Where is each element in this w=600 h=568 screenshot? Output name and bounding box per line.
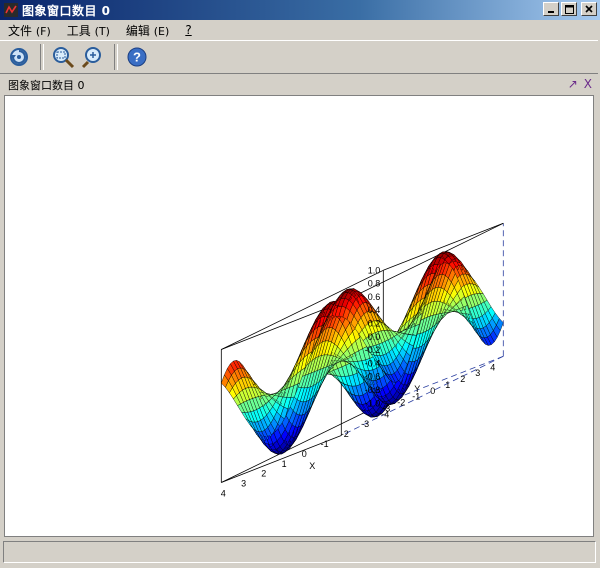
panel-close-button[interactable]: X: [584, 77, 592, 91]
z-tick-label: 0.0: [368, 332, 381, 342]
x-tick-label: 0: [302, 449, 307, 459]
y-axis-label: Y: [414, 384, 420, 394]
help-button[interactable]: ?: [124, 44, 150, 70]
z-tick-label: 0.4: [368, 305, 381, 315]
y-tick-label: -3: [382, 403, 390, 413]
toolbar-separator: [40, 44, 44, 70]
zoom-in-button[interactable]: [50, 44, 76, 70]
x-tick-label: -1: [321, 439, 329, 449]
zoom-fit-icon: [81, 47, 101, 69]
z-tick-label: 0.6: [368, 292, 381, 302]
maximize-button[interactable]: [561, 2, 577, 16]
menu-tools-label: 工具: [66, 23, 91, 38]
x-tick-label: 4: [221, 489, 226, 499]
status-bar: [3, 541, 596, 563]
z-tick-label: 0.2: [368, 319, 381, 329]
maximize-icon: [564, 4, 574, 14]
z-tick-label: -0.2: [365, 345, 381, 355]
menu-edit-accel: (E): [153, 24, 170, 38]
z-tick-label: -0.8: [365, 385, 381, 395]
menu-edit-label: 编辑: [125, 23, 150, 38]
toolbar-separator: [114, 44, 118, 70]
x-tick-label: 3: [241, 479, 246, 489]
menu-help[interactable]: ?: [177, 23, 199, 37]
menu-file-accel: (F): [35, 24, 51, 38]
minimize-icon: [548, 11, 554, 13]
close-button[interactable]: [581, 2, 597, 16]
panel-title: 图象窗口数目 0: [8, 78, 85, 92]
menu-tools-accel: (T): [94, 24, 110, 38]
y-tick-label: -2: [397, 398, 405, 408]
y-tick-label: 2: [460, 374, 465, 384]
y-tick-label: 3: [475, 368, 480, 378]
svg-text:?: ?: [133, 50, 141, 65]
x-tick-label: -2: [341, 429, 349, 439]
app-icon: [4, 3, 18, 17]
rotate-icon: [10, 48, 28, 66]
help-icon: ?: [127, 47, 147, 67]
zoom-in-icon: [53, 47, 75, 69]
z-tick-label: 0.8: [368, 279, 381, 289]
z-tick-label: 1.0: [368, 265, 381, 275]
undock-button[interactable]: ↗: [568, 77, 578, 91]
menu-tools[interactable]: 工具 (T): [59, 22, 118, 39]
panel-header: 图象窗口数目 0 ↗ X: [2, 76, 596, 93]
x-axis-label: X: [309, 461, 315, 471]
surface-plot[interactable]: 1.00.80.60.40.20.0-0.2-0.4-0.6-0.8-1.043…: [5, 96, 593, 536]
zoom-fit-button[interactable]: [80, 44, 106, 70]
z-tick-label: -1.0: [365, 398, 381, 408]
y-tick-label: 1: [445, 380, 450, 390]
menu-edit[interactable]: 编辑 (E): [118, 22, 177, 39]
z-tick-label: -0.4: [365, 358, 381, 368]
rotate-button[interactable]: [6, 44, 32, 70]
title-bar[interactable]: 图象窗口数目 0: [0, 0, 600, 20]
y-tick-label: 0: [430, 386, 435, 396]
y-tick-label: 4: [490, 362, 495, 372]
x-tick-label: 1: [282, 459, 287, 469]
toolbar: ?: [0, 40, 598, 74]
close-icon: [585, 5, 593, 13]
z-tick-label: -0.6: [365, 372, 381, 382]
plot-canvas[interactable]: 1.0 0.8 0.6 0.4 0.2 0.0 -0.2 -0.4 -0.6 -0.8 -1.0 4 3…: [4, 95, 594, 537]
x-tick-label: -3: [361, 419, 369, 429]
x-tick-label: 2: [261, 469, 266, 479]
menu-bar: 文件 (F) 工具 (T) 编辑 (E) ?: [0, 20, 600, 40]
window-title: 图象窗口数目 0: [22, 3, 111, 18]
menu-help-label: ?: [185, 23, 192, 37]
menu-file[interactable]: 文件 (F): [0, 22, 59, 39]
menu-file-label: 文件: [8, 23, 33, 38]
minimize-button[interactable]: [543, 2, 559, 16]
